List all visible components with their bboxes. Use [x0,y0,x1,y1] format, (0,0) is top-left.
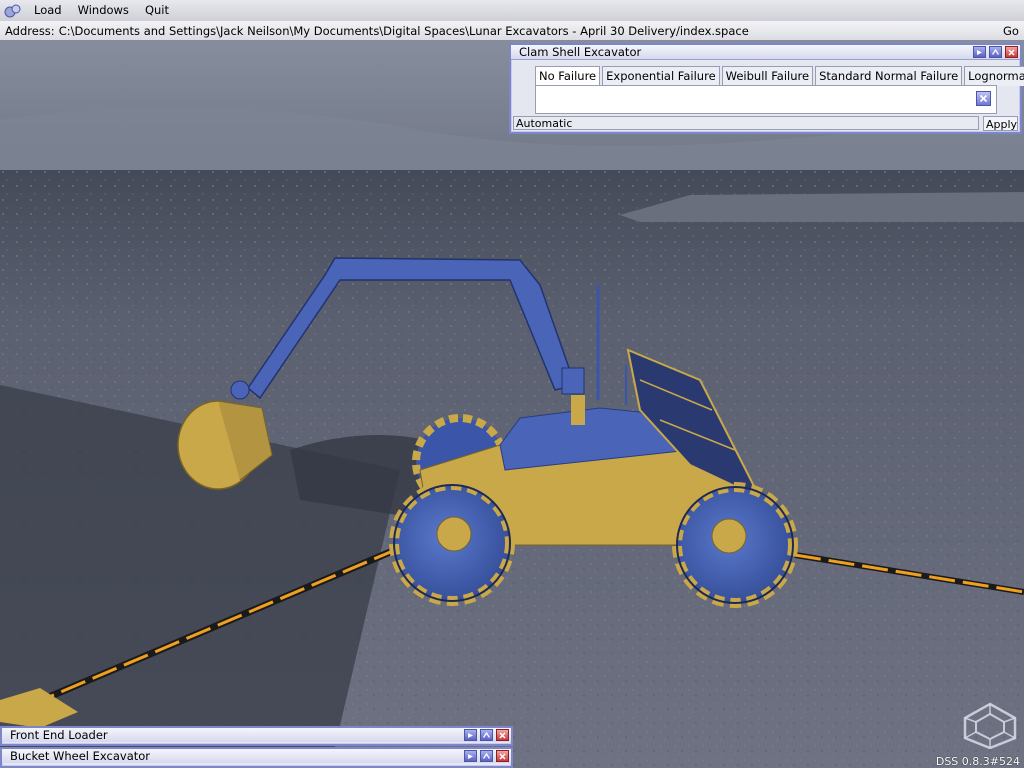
clam-shell-excavator-window: Clam Shell Excavator No Failure Exponent… [509,43,1024,134]
address-label: Address: [5,23,55,38]
menu-load[interactable]: Load [26,0,70,21]
panel-close-icon[interactable] [976,91,991,106]
front-end-loader-window: Front End Loader [0,726,513,746]
version-status: DSS 0.8.3#524 [935,755,1020,768]
tab-lognormal[interactable]: Lognormal [964,66,1024,86]
window-title: Front End Loader [10,728,108,742]
menu-bar: Load Windows Quit [0,0,1024,22]
window-titlebar[interactable]: Front End Loader [2,728,511,742]
close-icon[interactable] [1005,46,1018,58]
failure-model-tabs: No Failure Exponential Failure Weibull F… [535,66,1024,86]
mode-select[interactable]: Automatic [513,116,979,130]
window-titlebar[interactable]: Bucket Wheel Excavator [2,749,511,763]
minimize-icon[interactable] [464,750,477,762]
maximize-icon[interactable] [989,46,1002,58]
app-logo-icon[interactable] [0,0,26,21]
tab-no-failure[interactable]: No Failure [535,66,601,86]
apply-button[interactable]: Apply [983,116,1018,131]
minimize-icon[interactable] [973,46,986,58]
tab-exponential-failure[interactable]: Exponential Failure [602,66,720,86]
tab-standard-normal-failure[interactable]: Standard Normal Failure [815,66,963,86]
address-bar: Address: Go [0,21,1024,41]
bucket-wheel-excavator-window: Bucket Wheel Excavator [0,747,513,768]
tab-weibull-failure[interactable]: Weibull Failure [721,66,814,86]
menu-quit[interactable]: Quit [137,0,177,21]
address-input[interactable] [54,21,998,40]
close-icon[interactable] [496,729,509,741]
maximize-icon[interactable] [480,750,493,762]
menu-windows[interactable]: Windows [70,0,137,21]
maximize-icon[interactable] [480,729,493,741]
minimize-icon[interactable] [464,729,477,741]
window-titlebar[interactable]: Clam Shell Excavator [511,45,1020,60]
dss-hexagon-logo-icon [963,702,1017,749]
tab-content-panel [535,85,997,114]
window-title: Bucket Wheel Excavator [10,749,151,763]
go-button[interactable]: Go [998,24,1024,38]
window-title: Clam Shell Excavator [519,45,642,59]
close-icon[interactable] [496,750,509,762]
